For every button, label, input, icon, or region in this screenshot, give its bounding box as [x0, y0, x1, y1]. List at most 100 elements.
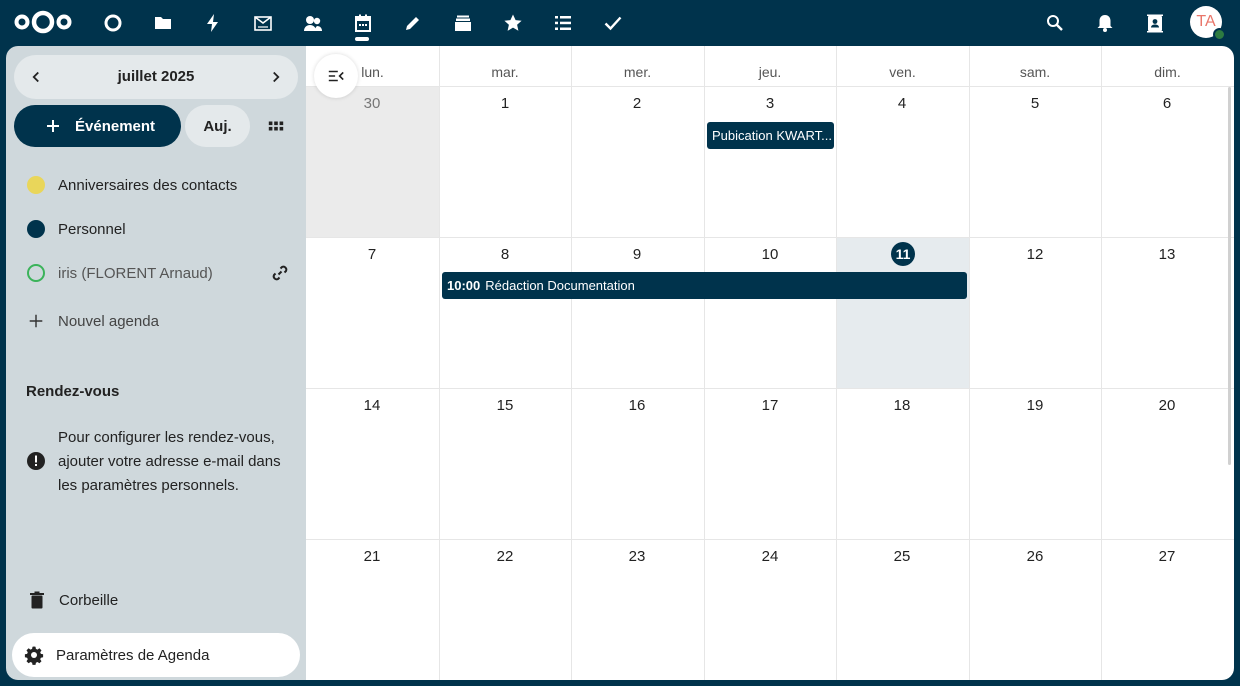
previous-month-button[interactable]	[14, 55, 58, 99]
new-calendar-label: Nouvel agenda	[58, 312, 159, 330]
event-time: 10:00	[447, 278, 481, 293]
contacts-group-icon[interactable]	[299, 9, 327, 37]
next-month-button[interactable]	[254, 55, 298, 99]
day-number[interactable]: 20	[1101, 397, 1233, 414]
trash-label: Corbeille	[59, 591, 119, 609]
tasks-list-icon[interactable]	[549, 9, 577, 37]
event-title: Pubication KWART...	[712, 128, 832, 143]
files-icon[interactable]	[149, 9, 177, 37]
day-number[interactable]: 27	[1101, 548, 1233, 565]
calendar-event[interactable]: 10:00 Rédaction Documentation	[442, 272, 967, 299]
calendar-label: Personnel	[58, 220, 126, 238]
month-label[interactable]: juillet 2025	[58, 55, 254, 99]
menu-collapse-icon	[328, 70, 344, 82]
calendar-icon[interactable]	[349, 9, 377, 37]
calendar-item-birthdays[interactable]: Anniversaires des contacts	[14, 165, 298, 205]
calendar-color-dot[interactable]	[27, 220, 45, 238]
new-calendar-button[interactable]: Nouvel agenda	[14, 301, 298, 341]
calendar-event[interactable]: Pubication KWART...	[707, 122, 834, 149]
settings-label: Paramètres de Agenda	[56, 646, 210, 664]
scrollbar[interactable]	[1228, 87, 1231, 465]
grid-view-icon	[268, 121, 284, 131]
event-title: Rédaction Documentation	[485, 278, 635, 293]
day-number[interactable]: 19	[969, 397, 1101, 414]
day-number[interactable]: 3	[704, 95, 836, 112]
weekday-label: jeu.	[758, 64, 782, 80]
alert-circle-icon	[27, 452, 45, 470]
bell-icon[interactable]	[1091, 9, 1119, 37]
weekday-label: ven.	[889, 64, 916, 80]
today-badge[interactable]: 11	[891, 242, 915, 266]
deck-icon[interactable]	[449, 9, 477, 37]
notes-icon[interactable]	[399, 9, 427, 37]
chevron-left-icon	[32, 71, 39, 83]
grid-line	[704, 46, 705, 680]
calendar-label: Anniversaires des contacts	[58, 176, 238, 194]
new-event-button[interactable]: Événement	[14, 105, 181, 147]
grid-line	[836, 46, 837, 680]
calendar-item-iris[interactable]: iris (FLORENT Arnaud)	[14, 253, 298, 293]
view-switcher-button[interactable]	[258, 105, 294, 147]
day-number[interactable]: 18	[836, 397, 968, 414]
day-number[interactable]: 21	[306, 548, 438, 565]
weekday-label: sam.	[1019, 64, 1051, 80]
today-button[interactable]: Auj.	[185, 105, 250, 147]
day-number[interactable]: 7	[306, 246, 438, 263]
day-number[interactable]: 1	[439, 95, 571, 112]
day-number[interactable]: 17	[704, 397, 836, 414]
day-number[interactable]: 15	[439, 397, 571, 414]
plus-icon	[47, 120, 59, 132]
day-number[interactable]: 12	[969, 246, 1101, 263]
appointments-title: Rendez-vous	[26, 383, 120, 400]
contacts-book-icon[interactable]	[1141, 9, 1169, 37]
trash-icon	[30, 591, 44, 609]
calendar-color-dot[interactable]	[27, 176, 45, 194]
check-icon[interactable]	[599, 9, 627, 37]
day-number[interactable]: 6	[1101, 95, 1233, 112]
sidebar: juillet 2025 Événement Auj. Anniversaire…	[6, 46, 306, 680]
calendar-label: iris (FLORENT Arnaud)	[58, 264, 213, 282]
calendar-month-view: lun. mar. mer. jeu. ven. sam. dim. 30 1 …	[306, 46, 1234, 680]
day-number[interactable]: 22	[439, 548, 571, 565]
weekday-label: mar.	[491, 64, 519, 80]
grid-line	[306, 388, 1234, 389]
calendar-color-dot[interactable]	[27, 264, 45, 282]
day-number[interactable]: 2	[571, 95, 703, 112]
month-picker: juillet 2025	[14, 55, 298, 99]
grid-line	[306, 539, 1234, 540]
favorites-icon[interactable]	[499, 9, 527, 37]
appointments-notice-text: Pour configurer les rendez-vous, ajouter…	[58, 429, 281, 494]
toggle-sidebar-button[interactable]	[314, 54, 358, 98]
day-number[interactable]: 16	[571, 397, 703, 414]
trash-button[interactable]: Corbeille	[14, 580, 298, 620]
day-number[interactable]: 5	[969, 95, 1101, 112]
day-number[interactable]: 26	[969, 548, 1101, 565]
grid-line	[1101, 46, 1102, 680]
dashboard-icon[interactable]	[99, 9, 127, 37]
nextcloud-logo[interactable]	[12, 8, 74, 36]
gear-icon	[24, 646, 44, 665]
mail-icon[interactable]	[249, 9, 277, 37]
day-number[interactable]: 23	[571, 548, 703, 565]
activity-icon[interactable]	[199, 9, 227, 37]
calendar-settings-button[interactable]: Paramètres de Agenda	[12, 633, 300, 677]
chevron-right-icon	[273, 71, 280, 83]
grid-line	[306, 237, 1234, 238]
search-icon[interactable]	[1041, 9, 1069, 37]
day-number[interactable]: 25	[836, 548, 968, 565]
plus-icon	[29, 314, 43, 328]
link-icon[interactable]	[270, 263, 290, 283]
calendar-item-personal[interactable]: Personnel	[14, 209, 298, 249]
day-number[interactable]: 10	[704, 246, 836, 263]
day-number[interactable]: 4	[836, 95, 968, 112]
avatar-initials: TA	[1196, 13, 1216, 30]
today-label: Auj.	[203, 117, 232, 135]
day-number[interactable]: 14	[306, 397, 438, 414]
day-number[interactable]: 24	[704, 548, 836, 565]
weekday-header: lun. mar. mer. jeu. ven. sam. dim.	[306, 46, 1234, 87]
day-number[interactable]: 8	[439, 246, 571, 263]
grid-line	[969, 46, 970, 680]
day-number[interactable]: 13	[1101, 246, 1233, 263]
day-number[interactable]: 30	[306, 95, 438, 112]
day-number[interactable]: 9	[571, 246, 703, 263]
